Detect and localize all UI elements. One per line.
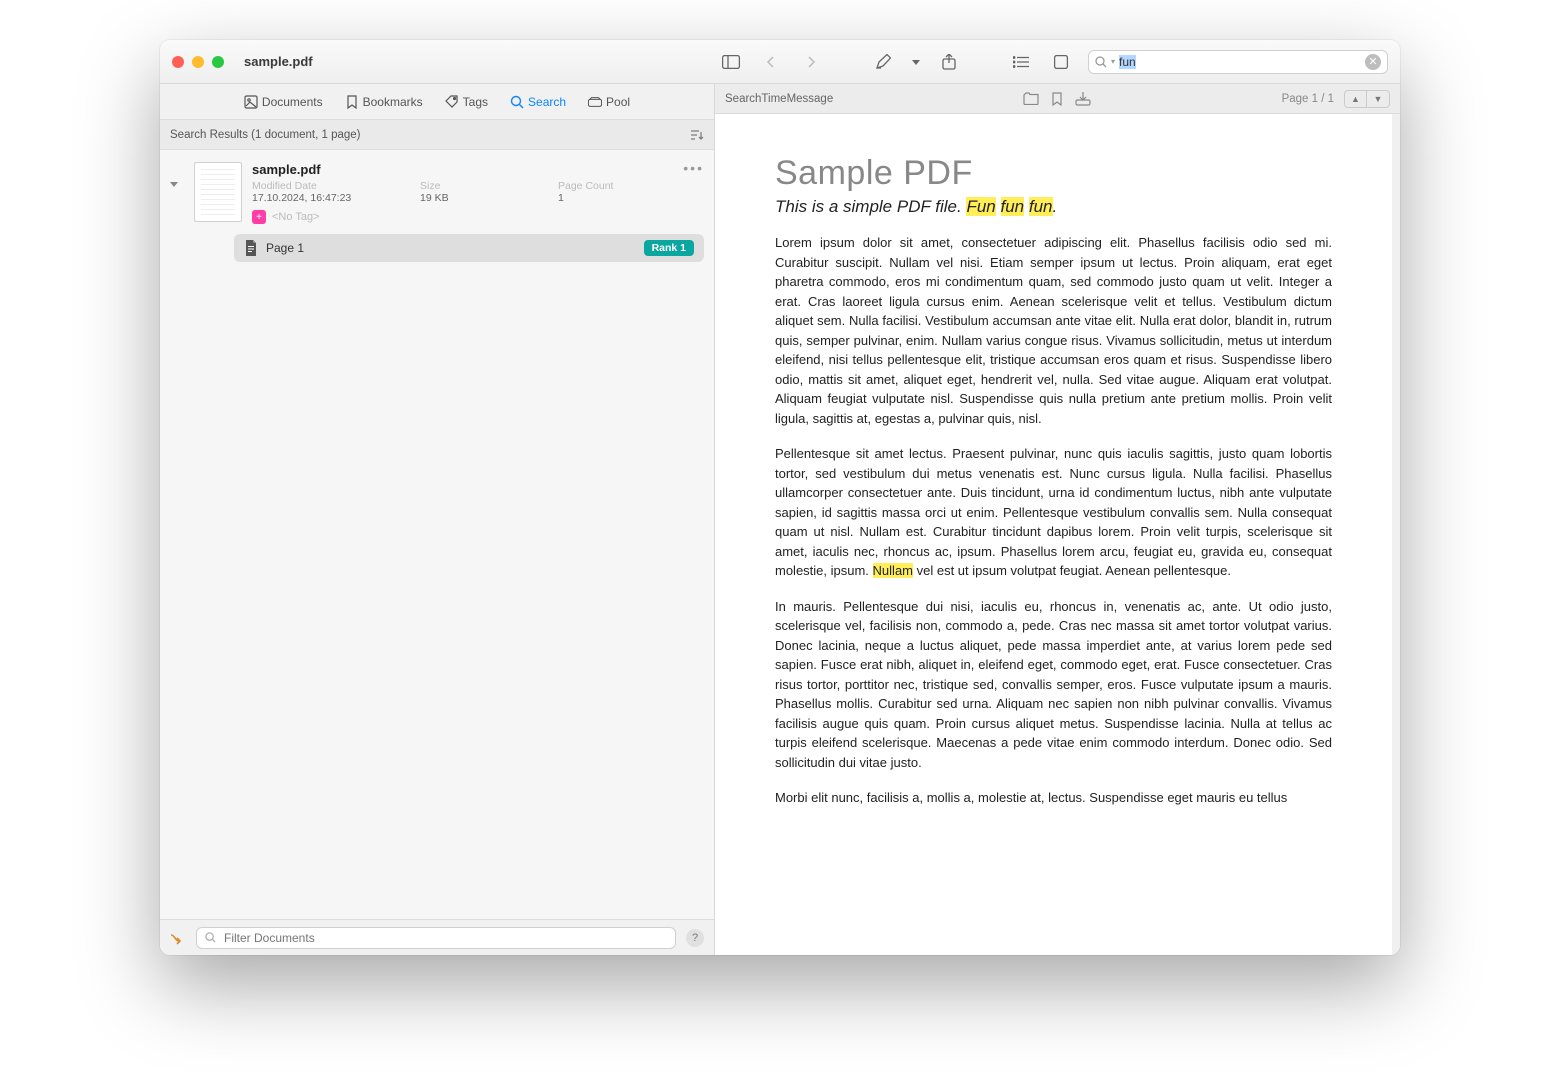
sidebar: Documents Bookmarks Tags Search Pool: [160, 84, 715, 955]
result-page-row[interactable]: Page 1 Rank 1: [234, 234, 704, 262]
size-label: Size: [420, 180, 550, 192]
sidebar-footer: ?: [160, 919, 714, 955]
close-window-button[interactable]: [172, 56, 184, 68]
document-viewport[interactable]: Sample PDF This is a simple PDF file. Fu…: [715, 114, 1400, 955]
annotate-dropdown[interactable]: [910, 49, 922, 75]
modified-value: 17.10.2024, 16:47:23: [252, 192, 412, 204]
pagecount-label: Page Count: [558, 180, 678, 192]
paragraph: Pellentesque sit amet lectus. Praesent p…: [775, 444, 1332, 581]
filter-search-icon: [205, 932, 216, 943]
match-highlight: fun: [1029, 197, 1053, 216]
expand-toggle[interactable]: [170, 162, 184, 188]
window-title: sample.pdf: [244, 54, 313, 69]
rank-badge: Rank 1: [644, 240, 694, 256]
page-indicator: Page 1 / 1: [1282, 93, 1334, 105]
search-text: fun: [1119, 55, 1136, 69]
pagecount-value: 1: [558, 192, 678, 204]
pdf-body: Lorem ipsum dolor sit amet, consectetuer…: [775, 233, 1332, 808]
titlebar: sample.pdf: [160, 40, 1400, 84]
document-thumbnail: [194, 162, 242, 222]
paragraph: Lorem ipsum dolor sit amet, consectetuer…: [775, 233, 1332, 428]
nav-forward-button[interactable]: [798, 49, 824, 75]
annotate-button[interactable]: [870, 49, 896, 75]
tab-documents[interactable]: Documents: [240, 92, 327, 112]
nav-back-button[interactable]: [758, 49, 784, 75]
search-time-message: SearchTimeMessage: [725, 93, 833, 105]
search-results-list: sample.pdf Modified Date Size Page Count…: [160, 150, 714, 919]
share-button[interactable]: [936, 49, 962, 75]
filter-documents-input[interactable]: [222, 930, 667, 946]
search-clear-button[interactable]: ✕: [1365, 54, 1381, 70]
document-name: sample.pdf: [252, 162, 704, 177]
no-tag-label: <No Tag>: [272, 211, 320, 223]
sort-button[interactable]: [690, 129, 704, 141]
toggle-sidebar-button[interactable]: [718, 49, 744, 75]
tab-tags[interactable]: Tags: [441, 92, 492, 112]
search-results-header: Search Results (1 document, 1 page): [160, 120, 714, 150]
minimize-window-button[interactable]: [192, 56, 204, 68]
tab-bookmarks[interactable]: Bookmarks: [341, 92, 427, 112]
match-highlight: fun: [1001, 197, 1025, 216]
page-up-button[interactable]: ▲: [1345, 91, 1367, 107]
expand-all-button[interactable]: [170, 931, 186, 945]
page-view-button[interactable]: [1048, 49, 1074, 75]
paragraph: In mauris. Pellentesque dui nisi, iaculi…: [775, 597, 1332, 773]
fullscreen-window-button[interactable]: [212, 56, 224, 68]
window-controls: [172, 56, 224, 68]
document-more-button[interactable]: •••: [683, 160, 704, 176]
match-highlight: Fun: [966, 197, 995, 216]
search-results-summary: Search Results (1 document, 1 page): [170, 129, 361, 141]
search-icon: [1095, 56, 1107, 68]
pdf-title: Sample PDF: [775, 154, 1332, 193]
page-icon: [244, 240, 258, 256]
add-tag-button[interactable]: +: [252, 210, 266, 224]
app-window: sample.pdf: [160, 40, 1400, 955]
modified-label: Modified Date: [252, 180, 412, 192]
match-highlight: Nullam: [873, 563, 913, 578]
page-down-button[interactable]: ▼: [1367, 91, 1389, 107]
page-label: Page 1: [266, 241, 304, 255]
document-toolbar: SearchTimeMessage Page 1 / 1 ▲ ▼: [715, 84, 1400, 114]
reveal-in-finder-button[interactable]: [1023, 91, 1039, 107]
list-view-button[interactable]: [1008, 49, 1034, 75]
pdf-subtitle: This is a simple PDF file. Fun fun fun.: [775, 197, 1332, 217]
result-document[interactable]: sample.pdf Modified Date Size Page Count…: [160, 150, 714, 234]
tab-pool[interactable]: Pool: [584, 92, 634, 112]
document-pane: SearchTimeMessage Page 1 / 1 ▲ ▼: [715, 84, 1400, 955]
sidebar-tabs: Documents Bookmarks Tags Search Pool: [160, 84, 714, 120]
tab-search[interactable]: Search: [506, 92, 570, 112]
download-button[interactable]: [1075, 91, 1091, 107]
bookmark-page-button[interactable]: [1049, 91, 1065, 107]
search-field[interactable]: ▾ fun ✕: [1088, 50, 1388, 74]
filter-documents-field[interactable]: [196, 927, 676, 949]
search-dropdown-icon[interactable]: ▾: [1111, 57, 1115, 66]
paragraph: Morbi elit nunc, facilisis a, mollis a, …: [775, 788, 1332, 808]
page-nav: ▲ ▼: [1344, 90, 1390, 108]
help-button[interactable]: ?: [686, 929, 704, 947]
size-value: 19 KB: [420, 192, 550, 204]
